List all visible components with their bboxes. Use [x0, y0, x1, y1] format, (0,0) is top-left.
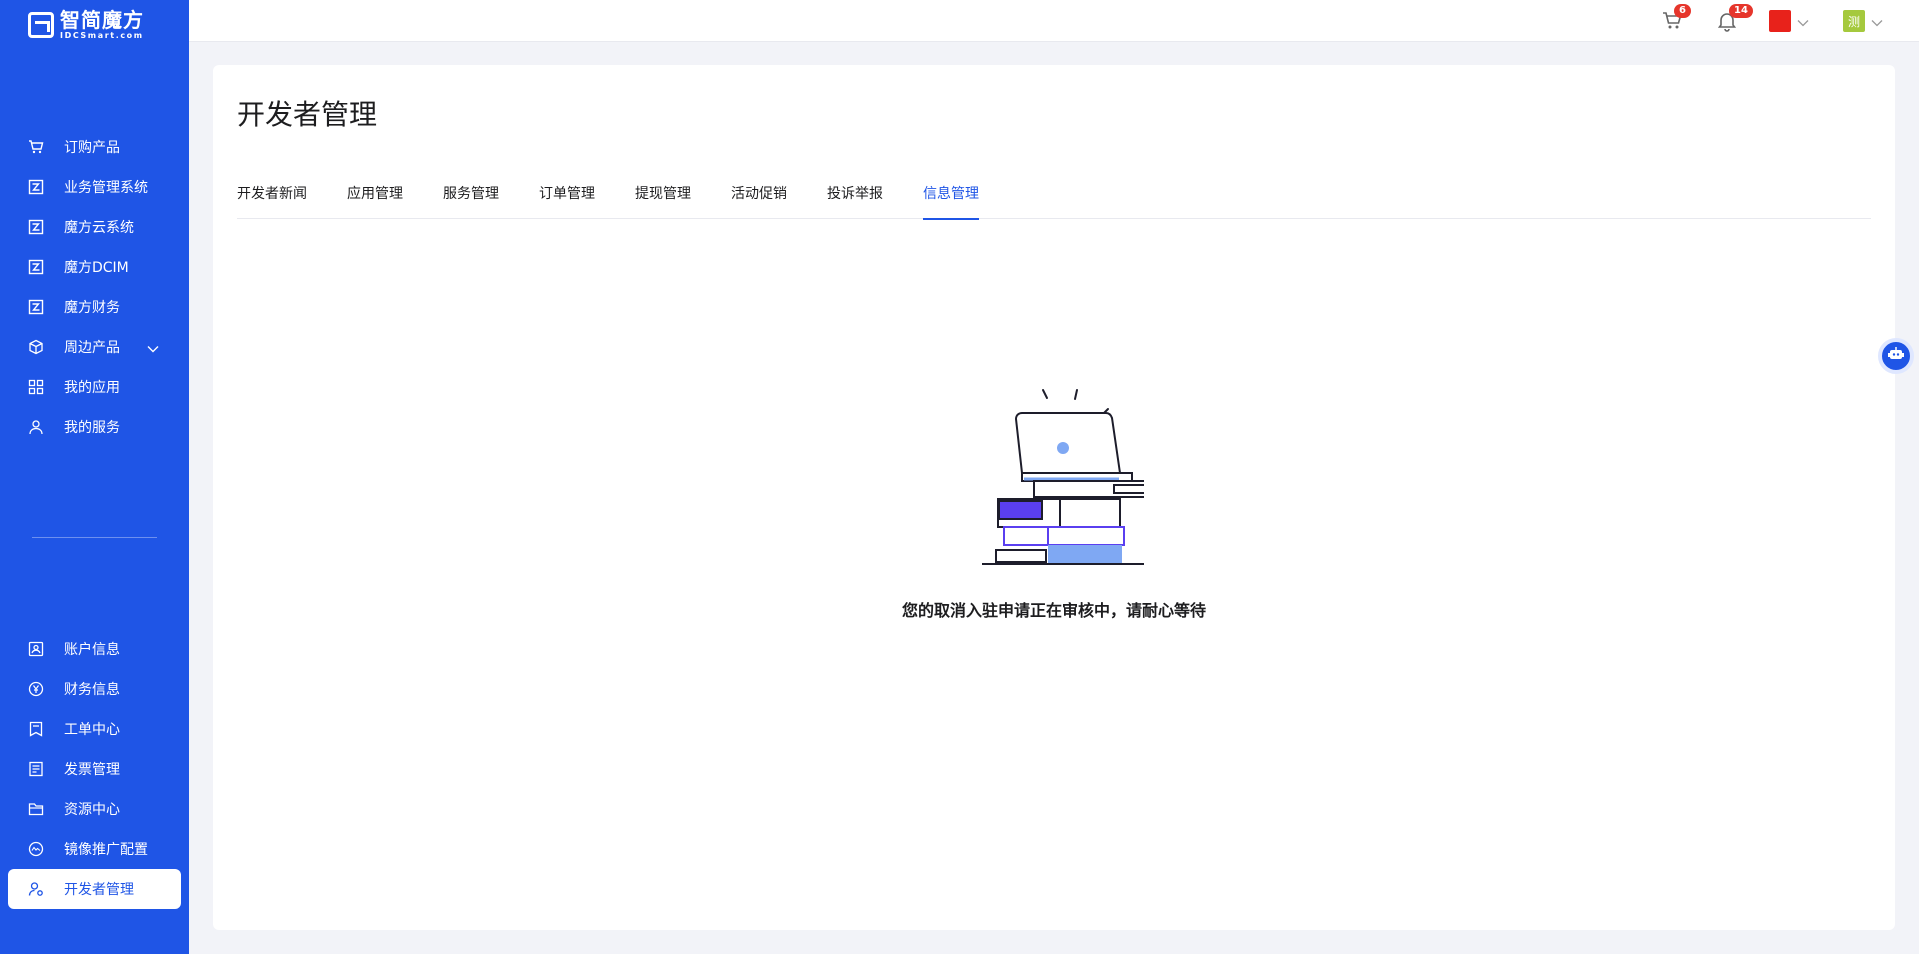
sidebar-item-order-products[interactable]: 订购产品	[0, 127, 189, 167]
sidebar-divider	[32, 537, 157, 538]
tab-developer-news[interactable]: 开发者新闻	[237, 179, 307, 219]
logo-icon	[28, 12, 54, 38]
sidebar-item-my-services[interactable]: 我的服务	[0, 407, 189, 447]
top-bar: 6 14 测	[189, 0, 1919, 42]
tab-bar: 开发者新闻 应用管理 服务管理 订单管理 提现管理 活动促销 投诉举报 信息管理	[237, 179, 1871, 220]
tab-app-management[interactable]: 应用管理	[347, 179, 403, 219]
laptop-books-illustration	[982, 389, 1144, 565]
empty-state: 您的取消入驻申请正在审核中，请耐心等待	[213, 385, 1895, 621]
sidebar-item-label: 业务管理系统	[64, 180, 148, 196]
tab-complaints[interactable]: 投诉举报	[827, 179, 883, 219]
logo-icon	[28, 259, 44, 275]
sidebar-menu-bottom: 账户信息 财务信息 工单中心 发票管理 资源中心 镜像推广配置 开发者管理	[0, 629, 189, 909]
tab-withdrawal-management[interactable]: 提现管理	[635, 179, 691, 219]
folder-icon	[28, 801, 44, 817]
sidebar-item-dcim[interactable]: 魔方DCIM	[0, 247, 189, 287]
sidebar-item-label: 订购产品	[64, 140, 120, 156]
chevron-down-icon	[1871, 12, 1883, 31]
user-icon	[28, 419, 44, 435]
page-title: 开发者管理	[237, 98, 378, 131]
logo-icon	[28, 299, 44, 315]
language-selector[interactable]	[1769, 10, 1809, 32]
cart-button[interactable]: 6	[1661, 4, 1691, 36]
sidebar-item-label: 财务信息	[64, 682, 120, 698]
sidebar-item-label: 账户信息	[64, 642, 120, 658]
sidebar-item-label: 发票管理	[64, 762, 120, 778]
sidebar-item-label: 周边产品	[64, 340, 120, 356]
grid-icon	[28, 379, 44, 395]
brand-logo[interactable]: 智简魔方 IDCSmart.com	[28, 10, 144, 40]
user-menu[interactable]: 测	[1843, 10, 1883, 32]
brand-name: 智简魔方	[60, 8, 144, 32]
tab-service-management[interactable]: 服务管理	[443, 179, 499, 219]
id-card-icon	[28, 641, 44, 657]
tab-info-management[interactable]: 信息管理	[923, 179, 979, 220]
bell-icon	[1716, 13, 1738, 36]
sidebar-item-finance-info[interactable]: 财务信息	[0, 669, 189, 709]
cart-icon	[28, 139, 44, 155]
sidebar-item-label: 镜像推广配置	[64, 842, 148, 858]
sidebar-item-label: 我的应用	[64, 380, 120, 396]
brand-domain: IDCSmart.com	[60, 31, 144, 40]
china-flag-icon	[1769, 10, 1791, 32]
content-card: 开发者管理 开发者新闻 应用管理 服务管理 订单管理 提现管理 活动促销 投诉举…	[213, 65, 1895, 930]
cart-count-badge: 6	[1674, 4, 1691, 18]
sidebar-item-label: 工单中心	[64, 722, 120, 738]
logo-icon	[28, 219, 44, 235]
sidebar-item-label: 魔方DCIM	[64, 260, 129, 276]
sidebar-item-resource-center[interactable]: 资源中心	[0, 789, 189, 829]
sidebar: 智简魔方 IDCSmart.com 订购产品 业务管理系统 魔方云系统 魔方DC…	[0, 0, 189, 954]
empty-state-message: 您的取消入驻申请正在审核中，请耐心等待	[901, 601, 1206, 620]
sidebar-item-label: 开发者管理	[64, 882, 134, 898]
developer-icon	[28, 881, 44, 897]
chevron-down-icon[interactable]	[147, 341, 159, 357]
robot-icon	[1887, 345, 1905, 367]
logo-icon	[28, 179, 44, 195]
sidebar-item-developer-management[interactable]: 开发者管理	[8, 869, 181, 909]
sidebar-item-label: 我的服务	[64, 420, 120, 436]
avatar: 测	[1843, 10, 1865, 32]
sidebar-item-ticket-center[interactable]: 工单中心	[0, 709, 189, 749]
chevron-down-icon	[1797, 12, 1809, 31]
invoice-icon	[28, 761, 44, 777]
sidebar-item-finance[interactable]: 魔方财务	[0, 287, 189, 327]
sidebar-item-account-info[interactable]: 账户信息	[0, 629, 189, 669]
ticket-icon	[28, 721, 44, 737]
assistant-robot-button[interactable]	[1878, 338, 1914, 374]
sidebar-item-label: 魔方云系统	[64, 220, 134, 236]
tab-order-management[interactable]: 订单管理	[539, 179, 595, 219]
tab-promotions[interactable]: 活动促销	[731, 179, 787, 219]
sidebar-item-label: 魔方财务	[64, 300, 120, 316]
sidebar-item-label: 资源中心	[64, 802, 120, 818]
image-icon	[28, 841, 44, 857]
cube-icon	[28, 339, 44, 355]
notification-count-badge: 14	[1729, 4, 1753, 18]
sidebar-item-my-apps[interactable]: 我的应用	[0, 367, 189, 407]
sidebar-item-cloud-system[interactable]: 魔方云系统	[0, 207, 189, 247]
sidebar-item-peripheral-products[interactable]: 周边产品	[0, 327, 189, 367]
sidebar-item-invoice[interactable]: 发票管理	[0, 749, 189, 789]
notification-button[interactable]: 14	[1716, 4, 1753, 36]
sidebar-item-image-promo[interactable]: 镜像推广配置	[0, 829, 189, 869]
sidebar-item-business-system[interactable]: 业务管理系统	[0, 167, 189, 207]
cart-icon	[1661, 12, 1683, 36]
yen-icon	[28, 681, 44, 697]
sidebar-menu-top: 订购产品 业务管理系统 魔方云系统 魔方DCIM 魔方财务 周边产品 我的应用 …	[0, 127, 189, 447]
